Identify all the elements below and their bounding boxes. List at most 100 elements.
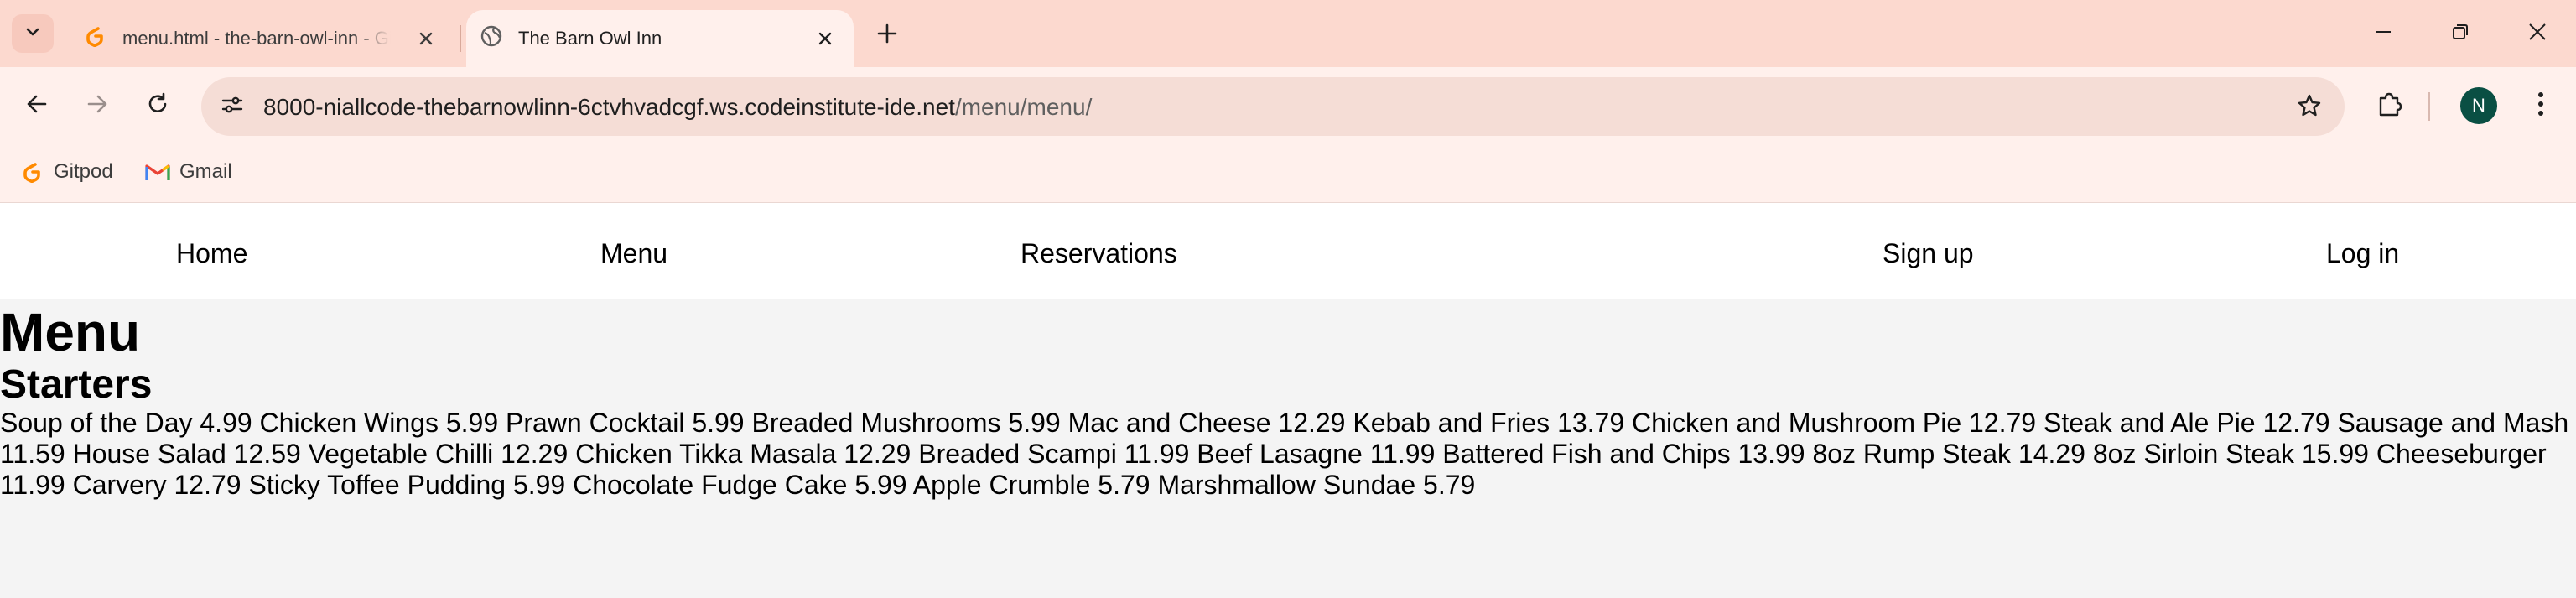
site-info-button[interactable]: [215, 89, 250, 124]
menu-item: Chicken and Mushroom Pie 12.79: [1632, 408, 2036, 438]
nav-link-reservations[interactable]: Reservations: [1021, 238, 1177, 268]
back-button[interactable]: [20, 89, 54, 122]
menu-item-price: 13.79: [1557, 408, 1625, 438]
bookmarks-bar: Gitpod Gmail: [0, 143, 2576, 203]
menu-item: Battered Fish and Chips 13.99: [1442, 439, 1805, 469]
site-navbar: Home Menu Reservations Sign up Log in: [0, 203, 2576, 299]
gitpod-icon: [82, 23, 107, 54]
restore-icon: [2450, 22, 2470, 46]
tab-menu-html[interactable]: menu.html - the-barn-owl-inn - Gitpod: [69, 10, 461, 67]
menu-item-name: Chicken and Mushroom Pie: [1632, 408, 1962, 438]
menu-item: Breaded Mushrooms 5.99: [751, 408, 1060, 438]
menu-item: Chocolate Fudge Cake 5.99: [573, 470, 906, 500]
arrow-right-icon: [84, 91, 111, 122]
menu-item-name: Cheeseburger: [2376, 439, 2547, 469]
bookmark-label: Gmail: [179, 160, 232, 183]
url-text[interactable]: 8000-niallcode-thebarnowlinn-6ctvhvadcgf…: [263, 94, 1092, 121]
tab-barn-owl-inn[interactable]: The Barn Owl Inn: [466, 10, 854, 67]
close-window-button[interactable]: [2521, 17, 2554, 50]
url-path: /menu/menu/: [954, 94, 1093, 120]
nav-link-home[interactable]: Home: [176, 238, 247, 268]
menu-item: Prawn Cocktail 5.99: [506, 408, 745, 438]
menu-item-price: 12.59: [233, 439, 301, 469]
menu-item-name: Battered Fish and Chips: [1442, 439, 1731, 469]
reload-button[interactable]: [141, 89, 174, 122]
menu-item-name: Sticky Toffee Pudding: [248, 470, 506, 500]
bookmark-gmail[interactable]: Gmail: [144, 153, 232, 191]
section-title-starters: Starters: [0, 362, 153, 407]
menu-item-name: Chicken Tikka Masala: [575, 439, 837, 469]
tab-divider: [460, 25, 461, 52]
menu-item-name: 8oz Sirloin Steak: [2092, 439, 2294, 469]
menu-item-price: 12.29: [1278, 408, 1346, 438]
tab-title: menu.html - the-barn-owl-inn - Gitpod: [122, 28, 391, 49]
menu-item-name: Chocolate Fudge Cake: [573, 470, 848, 500]
gitpod-icon: [18, 159, 45, 185]
menu-item-name: Kebab and Fries: [1353, 408, 1550, 438]
bookmark-star-button[interactable]: [2293, 91, 2326, 124]
menu-item-name: Prawn Cocktail: [506, 408, 685, 438]
restore-button[interactable]: [2444, 17, 2477, 50]
menu-item-name: Vegetable Chilli: [308, 439, 494, 469]
browser-menu-button[interactable]: [2524, 89, 2558, 122]
menu-item-name: Breaded Scampi: [918, 439, 1117, 469]
menu-item-price: 11.99: [1369, 439, 1436, 469]
menu-item-name: Sausage and Mash: [2337, 408, 2569, 438]
extensions-button[interactable]: [2373, 89, 2407, 122]
address-bar[interactable]: 8000-niallcode-thebarnowlinn-6ctvhvadcgf…: [201, 77, 2345, 136]
tab-search-button[interactable]: [12, 14, 54, 53]
menu-item-name: Steak and Ale Pie: [2043, 408, 2256, 438]
tab-strip: menu.html - the-barn-owl-inn - Gitpod Th…: [0, 0, 2576, 67]
nav-link-signup[interactable]: Sign up: [1883, 238, 1974, 268]
menu-item-price: 5.99: [692, 408, 745, 438]
menu-item-name: Soup of the Day: [0, 408, 193, 438]
menu-item: House Salad 12.59: [73, 439, 301, 469]
menu-item-price: 11.99: [0, 470, 65, 500]
globe-icon: [480, 24, 503, 53]
nav-link-login[interactable]: Log in: [2326, 238, 2399, 268]
menu-item: Steak and Ale Pie 12.79: [2044, 408, 2330, 438]
bookmark-label: Gitpod: [54, 160, 113, 183]
profile-avatar[interactable]: N: [2460, 87, 2497, 124]
menu-item-price: 15.99: [2301, 439, 2369, 469]
close-icon[interactable]: [815, 29, 835, 49]
menu-item-name: Marshmallow Sundae: [1157, 470, 1416, 500]
menu-item: Breaded Scampi 11.99: [918, 439, 1189, 469]
arrow-left-icon: [23, 91, 50, 122]
menu-item: 8oz Rump Steak 14.29: [1812, 439, 2085, 469]
menu-item: Mac and Cheese 12.29: [1068, 408, 1346, 438]
gmail-icon: [144, 159, 171, 185]
forward-button[interactable]: [80, 89, 114, 122]
page-title: Menu: [0, 302, 141, 362]
reload-icon: [144, 91, 171, 122]
bookmark-gitpod[interactable]: Gitpod: [18, 153, 113, 191]
menu-item: Kebab and Fries 13.79: [1353, 408, 1624, 438]
menu-item-price: 5.79: [1423, 470, 1476, 500]
menu-item-price: 12.79: [174, 470, 242, 500]
menu-item-price: 13.99: [1737, 439, 1805, 469]
menu-item-price: 12.29: [844, 439, 911, 469]
menu-item: Soup of the Day 4.99: [0, 408, 252, 438]
menu-item-price: 5.99: [1008, 408, 1061, 438]
menu-item-name: 8oz Rump Steak: [1812, 439, 2011, 469]
minimize-icon: [2373, 22, 2393, 46]
menu-items-list: Soup of the Day 4.99 Chicken Wings 5.99 …: [0, 408, 2576, 501]
menu-item-name: Carvery: [72, 470, 167, 500]
menu-item-name: Beef Lasagne: [1197, 439, 1363, 469]
menu-item-price: 14.29: [2018, 439, 2085, 469]
menu-item-price: 5.99: [854, 470, 907, 500]
new-tab-button[interactable]: [872, 18, 902, 49]
menu-item-price: 11.99: [1124, 439, 1190, 469]
menu-item-price: 5.79: [1098, 470, 1150, 500]
close-icon[interactable]: [416, 29, 436, 49]
nav-link-menu[interactable]: Menu: [600, 238, 667, 268]
menu-item-price: 5.99: [445, 408, 499, 438]
menu-item: Chicken Wings 5.99: [260, 408, 499, 438]
menu-item-price: 11.59: [0, 439, 65, 469]
minimize-button[interactable]: [2366, 17, 2400, 50]
menu-item-name: Chicken Wings: [259, 408, 439, 438]
close-icon: [2527, 22, 2547, 46]
menu-item: Marshmallow Sundae 5.79: [1157, 470, 1475, 500]
chevron-down-icon: [23, 23, 42, 45]
tab-title: The Barn Owl Inn: [518, 28, 662, 49]
